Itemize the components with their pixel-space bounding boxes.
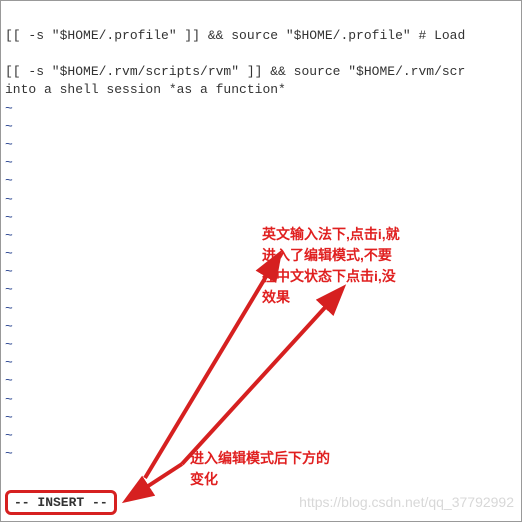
vim-tilde: ~ <box>5 136 517 154</box>
vim-mode-indicator: -- INSERT -- <box>5 490 117 515</box>
vim-tilde: ~ <box>5 118 517 136</box>
vim-tilde: ~ <box>5 172 517 190</box>
vim-tilde: ~ <box>5 427 517 445</box>
code-line-1: [[ -s "$HOME/.profile" ]] && source "$HO… <box>5 27 517 45</box>
code-line-3: into a shell session *as a function* <box>5 81 517 99</box>
vim-tilde: ~ <box>5 372 517 390</box>
vim-tilde: ~ <box>5 154 517 172</box>
vim-tilde: ~ <box>5 336 517 354</box>
vim-tilde: ~ <box>5 100 517 118</box>
annotation-edit-mode-tip: 英文输入法下,点击i,就进入了编辑模式,不要在中文状态下点击i,没效果 <box>262 224 462 308</box>
vim-tilde: ~ <box>5 191 517 209</box>
code-line-2: [[ -s "$HOME/.rvm/scripts/rvm" ]] && sou… <box>5 63 517 81</box>
annotation-status-change: 进入编辑模式后下方的变化 <box>190 448 390 490</box>
vim-tilde: ~ <box>5 391 517 409</box>
vim-tilde: ~ <box>5 409 517 427</box>
vim-tilde: ~ <box>5 354 517 372</box>
watermark-text: https://blog.csdn.net/qq_37792992 <box>299 494 514 510</box>
vim-tilde: ~ <box>5 318 517 336</box>
